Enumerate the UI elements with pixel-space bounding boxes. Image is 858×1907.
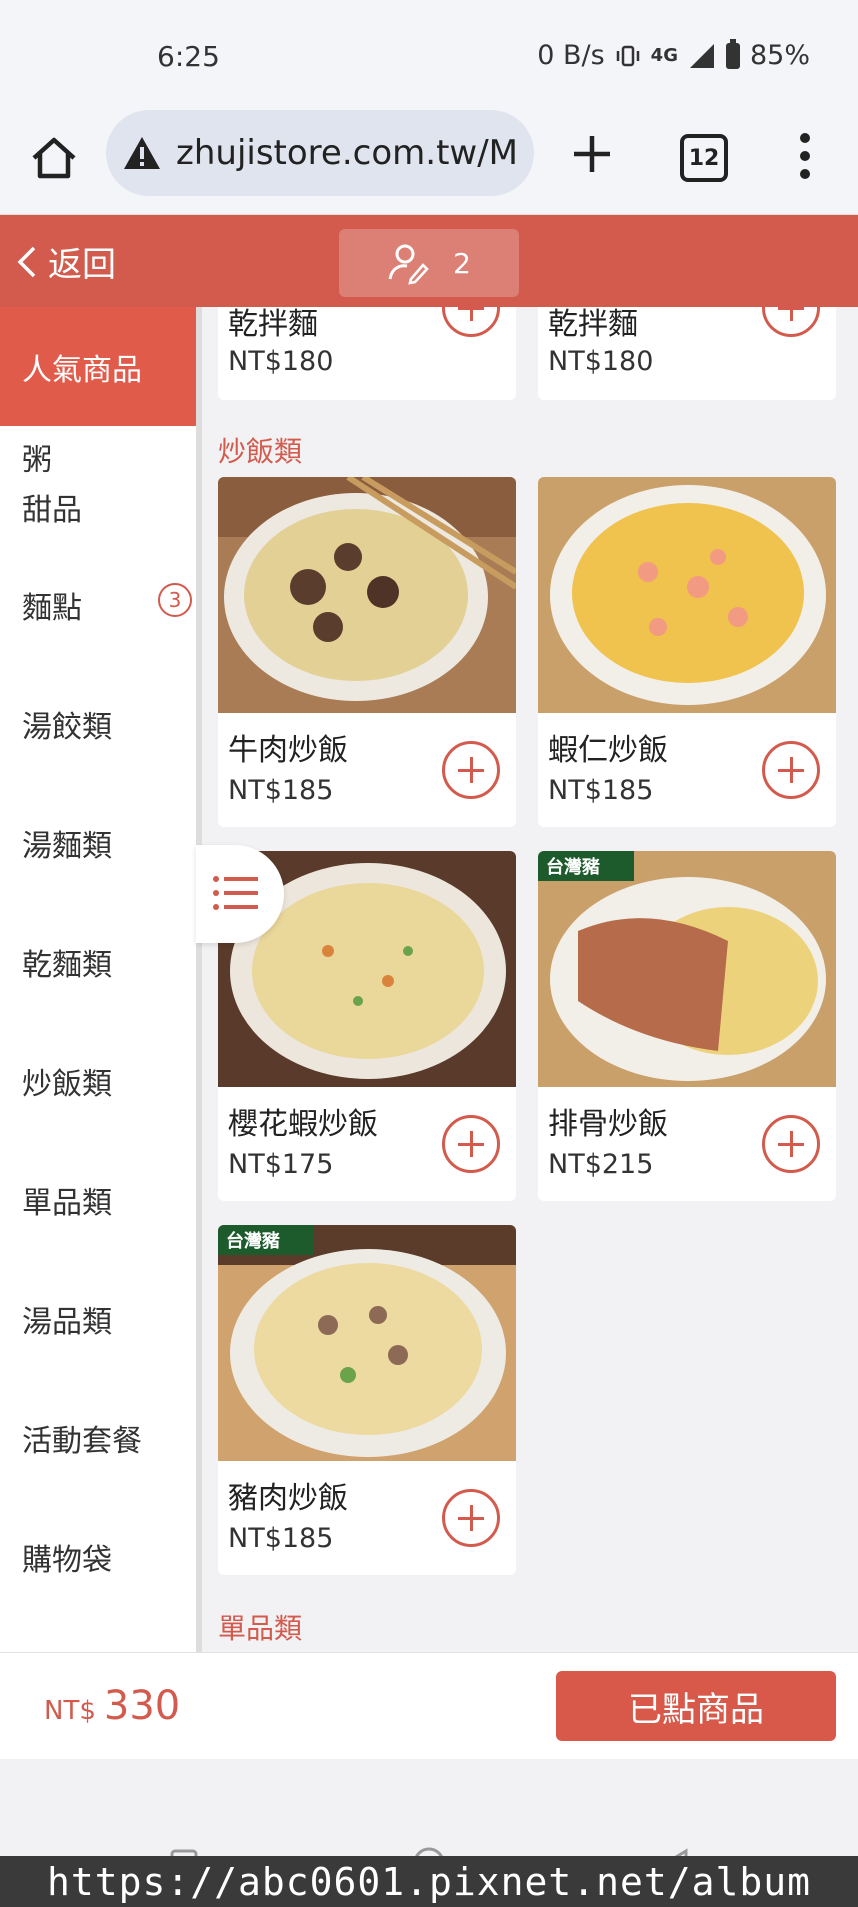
add-to-cart-button[interactable] xyxy=(442,741,500,799)
sidebar-item-label: 麵點 xyxy=(22,590,82,626)
chevron-left-icon xyxy=(17,246,36,277)
add-to-cart-button[interactable] xyxy=(442,1489,500,1547)
status-right: 0 B/s 4G 85% xyxy=(537,38,810,71)
product-name: 櫻花蝦炒飯 xyxy=(228,1107,378,1142)
watermark-text: https://abc0601.pixnet.net/album xyxy=(0,1856,858,1907)
sidebar-item-label: 湯餃類 xyxy=(22,709,112,745)
category-sidebar: 人氣商品 粥 甜品 麵點 3 湯餃類 湯麵類 乾麵類 炒飯類 單品類 湯品類 活動… xyxy=(0,307,202,1652)
back-button[interactable]: 返回 xyxy=(16,237,116,286)
sidebar-item-label: 乾麵類 xyxy=(22,947,112,983)
product-image xyxy=(538,477,836,713)
sidebar-item-popular[interactable]: 人氣商品 xyxy=(0,307,196,426)
product-card[interactable]: 台灣豬 排骨炒飯 NT$215 xyxy=(538,851,836,1201)
sidebar-item-label: 活動套餐 xyxy=(22,1423,142,1459)
browser-toolbar: zhujistore.com.tw/Mc 12 xyxy=(0,110,858,215)
status-time: 6:25 xyxy=(157,40,220,73)
sidebar-item-dry-noodles[interactable]: 乾麵類 xyxy=(0,902,196,1021)
product-price: NT$185 xyxy=(228,1523,334,1554)
total-currency: NT$ xyxy=(44,1696,96,1726)
sidebar-item-shopping-bag[interactable]: 購物袋 xyxy=(0,1497,196,1616)
product-name: 乾拌麵 xyxy=(548,307,638,342)
taiwan-pork-badge: 台灣豬 xyxy=(226,1231,280,1252)
add-to-cart-button[interactable] xyxy=(762,307,820,337)
address-bar[interactable]: zhujistore.com.tw/Mc xyxy=(106,110,534,196)
product-card[interactable]: 乾拌麵 NT$180 xyxy=(218,307,516,400)
battery-level: 85% xyxy=(749,40,810,71)
ordered-items-button[interactable]: 已點商品 xyxy=(556,1671,836,1741)
home-icon[interactable] xyxy=(28,132,80,184)
product-name: 豬肉炒飯 xyxy=(228,1481,348,1516)
section-title-fried-rice: 炒飯類 xyxy=(218,435,303,468)
product-name: 蝦仁炒飯 xyxy=(548,733,668,768)
product-card[interactable]: 台灣豬 豬肉炒飯 NT$185 xyxy=(218,1225,516,1575)
product-card[interactable]: 牛肉炒飯 NT$185 xyxy=(218,477,516,827)
menu-content: 乾拌麵 NT$180 乾拌麵 NT$180 炒飯類 牛肉炒飯 NT$185 蝦仁… xyxy=(202,307,858,1652)
net-speed: 0 B/s xyxy=(537,40,605,71)
add-to-cart-button[interactable] xyxy=(762,741,820,799)
sidebar-item-label: 購物袋 xyxy=(22,1542,112,1578)
list-icon xyxy=(213,876,258,910)
sidebar-item-combo-deals[interactable]: 活動套餐 xyxy=(0,1378,196,1497)
people-count: 2 xyxy=(453,246,471,280)
product-image xyxy=(218,477,516,713)
sidebar-item-label: 湯品類 xyxy=(22,1304,112,1340)
sidebar-item-soups[interactable]: 湯品類 xyxy=(0,1259,196,1378)
checkout-bar: NT$ 330 已點商品 xyxy=(0,1652,858,1760)
sidebar-item-label: 人氣商品 xyxy=(22,352,142,388)
product-price: NT$180 xyxy=(548,346,654,377)
sidebar-item-label: 炒飯類 xyxy=(22,1066,112,1102)
back-label: 返回 xyxy=(48,245,116,285)
sidebar-item-single-items[interactable]: 單品類 xyxy=(0,1140,196,1259)
network-type: 4G xyxy=(650,45,678,66)
sidebar-item-soup-dumplings[interactable]: 湯餃類 xyxy=(0,664,196,783)
tab-switcher-button[interactable]: 12 xyxy=(680,134,728,182)
add-to-cart-button[interactable] xyxy=(762,1115,820,1173)
sidebar-item-congee-dessert[interactable]: 粥 甜品 xyxy=(0,426,196,545)
sidebar-item-label: 粥 甜品 xyxy=(22,442,82,528)
sidebar-item-label: 湯麵類 xyxy=(22,828,112,864)
add-to-cart-button[interactable] xyxy=(442,1115,500,1173)
battery-icon xyxy=(725,38,740,69)
section-title-single-items: 單品類 xyxy=(218,1612,303,1645)
signal-icon xyxy=(689,43,714,68)
add-to-cart-button[interactable] xyxy=(442,307,500,337)
sidebar-item-label: 單品類 xyxy=(22,1185,112,1221)
product-name: 排骨炒飯 xyxy=(548,1107,668,1142)
product-image: 台灣豬 xyxy=(218,1225,516,1461)
menu-dots-icon[interactable] xyxy=(790,130,820,182)
diners-button[interactable]: 2 xyxy=(339,229,519,297)
product-name: 牛肉炒飯 xyxy=(228,733,348,768)
order-total: NT$ 330 xyxy=(44,1683,180,1729)
warning-icon[interactable] xyxy=(122,135,162,171)
product-price: NT$175 xyxy=(228,1149,334,1180)
app-header: 返回 2 xyxy=(0,215,858,307)
product-price: NT$215 xyxy=(548,1149,654,1180)
user-edit-icon xyxy=(388,244,429,285)
product-price: NT$180 xyxy=(228,346,334,377)
product-price: NT$185 xyxy=(548,775,654,806)
product-card[interactable]: 乾拌麵 NT$180 xyxy=(538,307,836,400)
taiwan-pork-badge: 台灣豬 xyxy=(546,857,600,878)
sidebar-item-noodle-dishes[interactable]: 麵點 3 xyxy=(0,545,196,664)
count-badge: 3 xyxy=(158,583,192,617)
sidebar-item-soup-noodles[interactable]: 湯麵類 xyxy=(0,783,196,902)
new-tab-icon[interactable] xyxy=(566,128,618,180)
url-text[interactable]: zhujistore.com.tw/Mc xyxy=(176,133,516,173)
status-bar: 6:25 0 B/s 4G 85% xyxy=(0,0,858,110)
product-image: 台灣豬 xyxy=(538,851,836,1087)
vibrate-icon xyxy=(616,45,639,66)
total-amount: 330 xyxy=(103,1683,181,1729)
sidebar-item-fried-rice[interactable]: 炒飯類 xyxy=(0,1021,196,1140)
product-name: 乾拌麵 xyxy=(228,307,318,342)
product-card[interactable]: 蝦仁炒飯 NT$185 xyxy=(538,477,836,827)
product-price: NT$185 xyxy=(228,775,334,806)
